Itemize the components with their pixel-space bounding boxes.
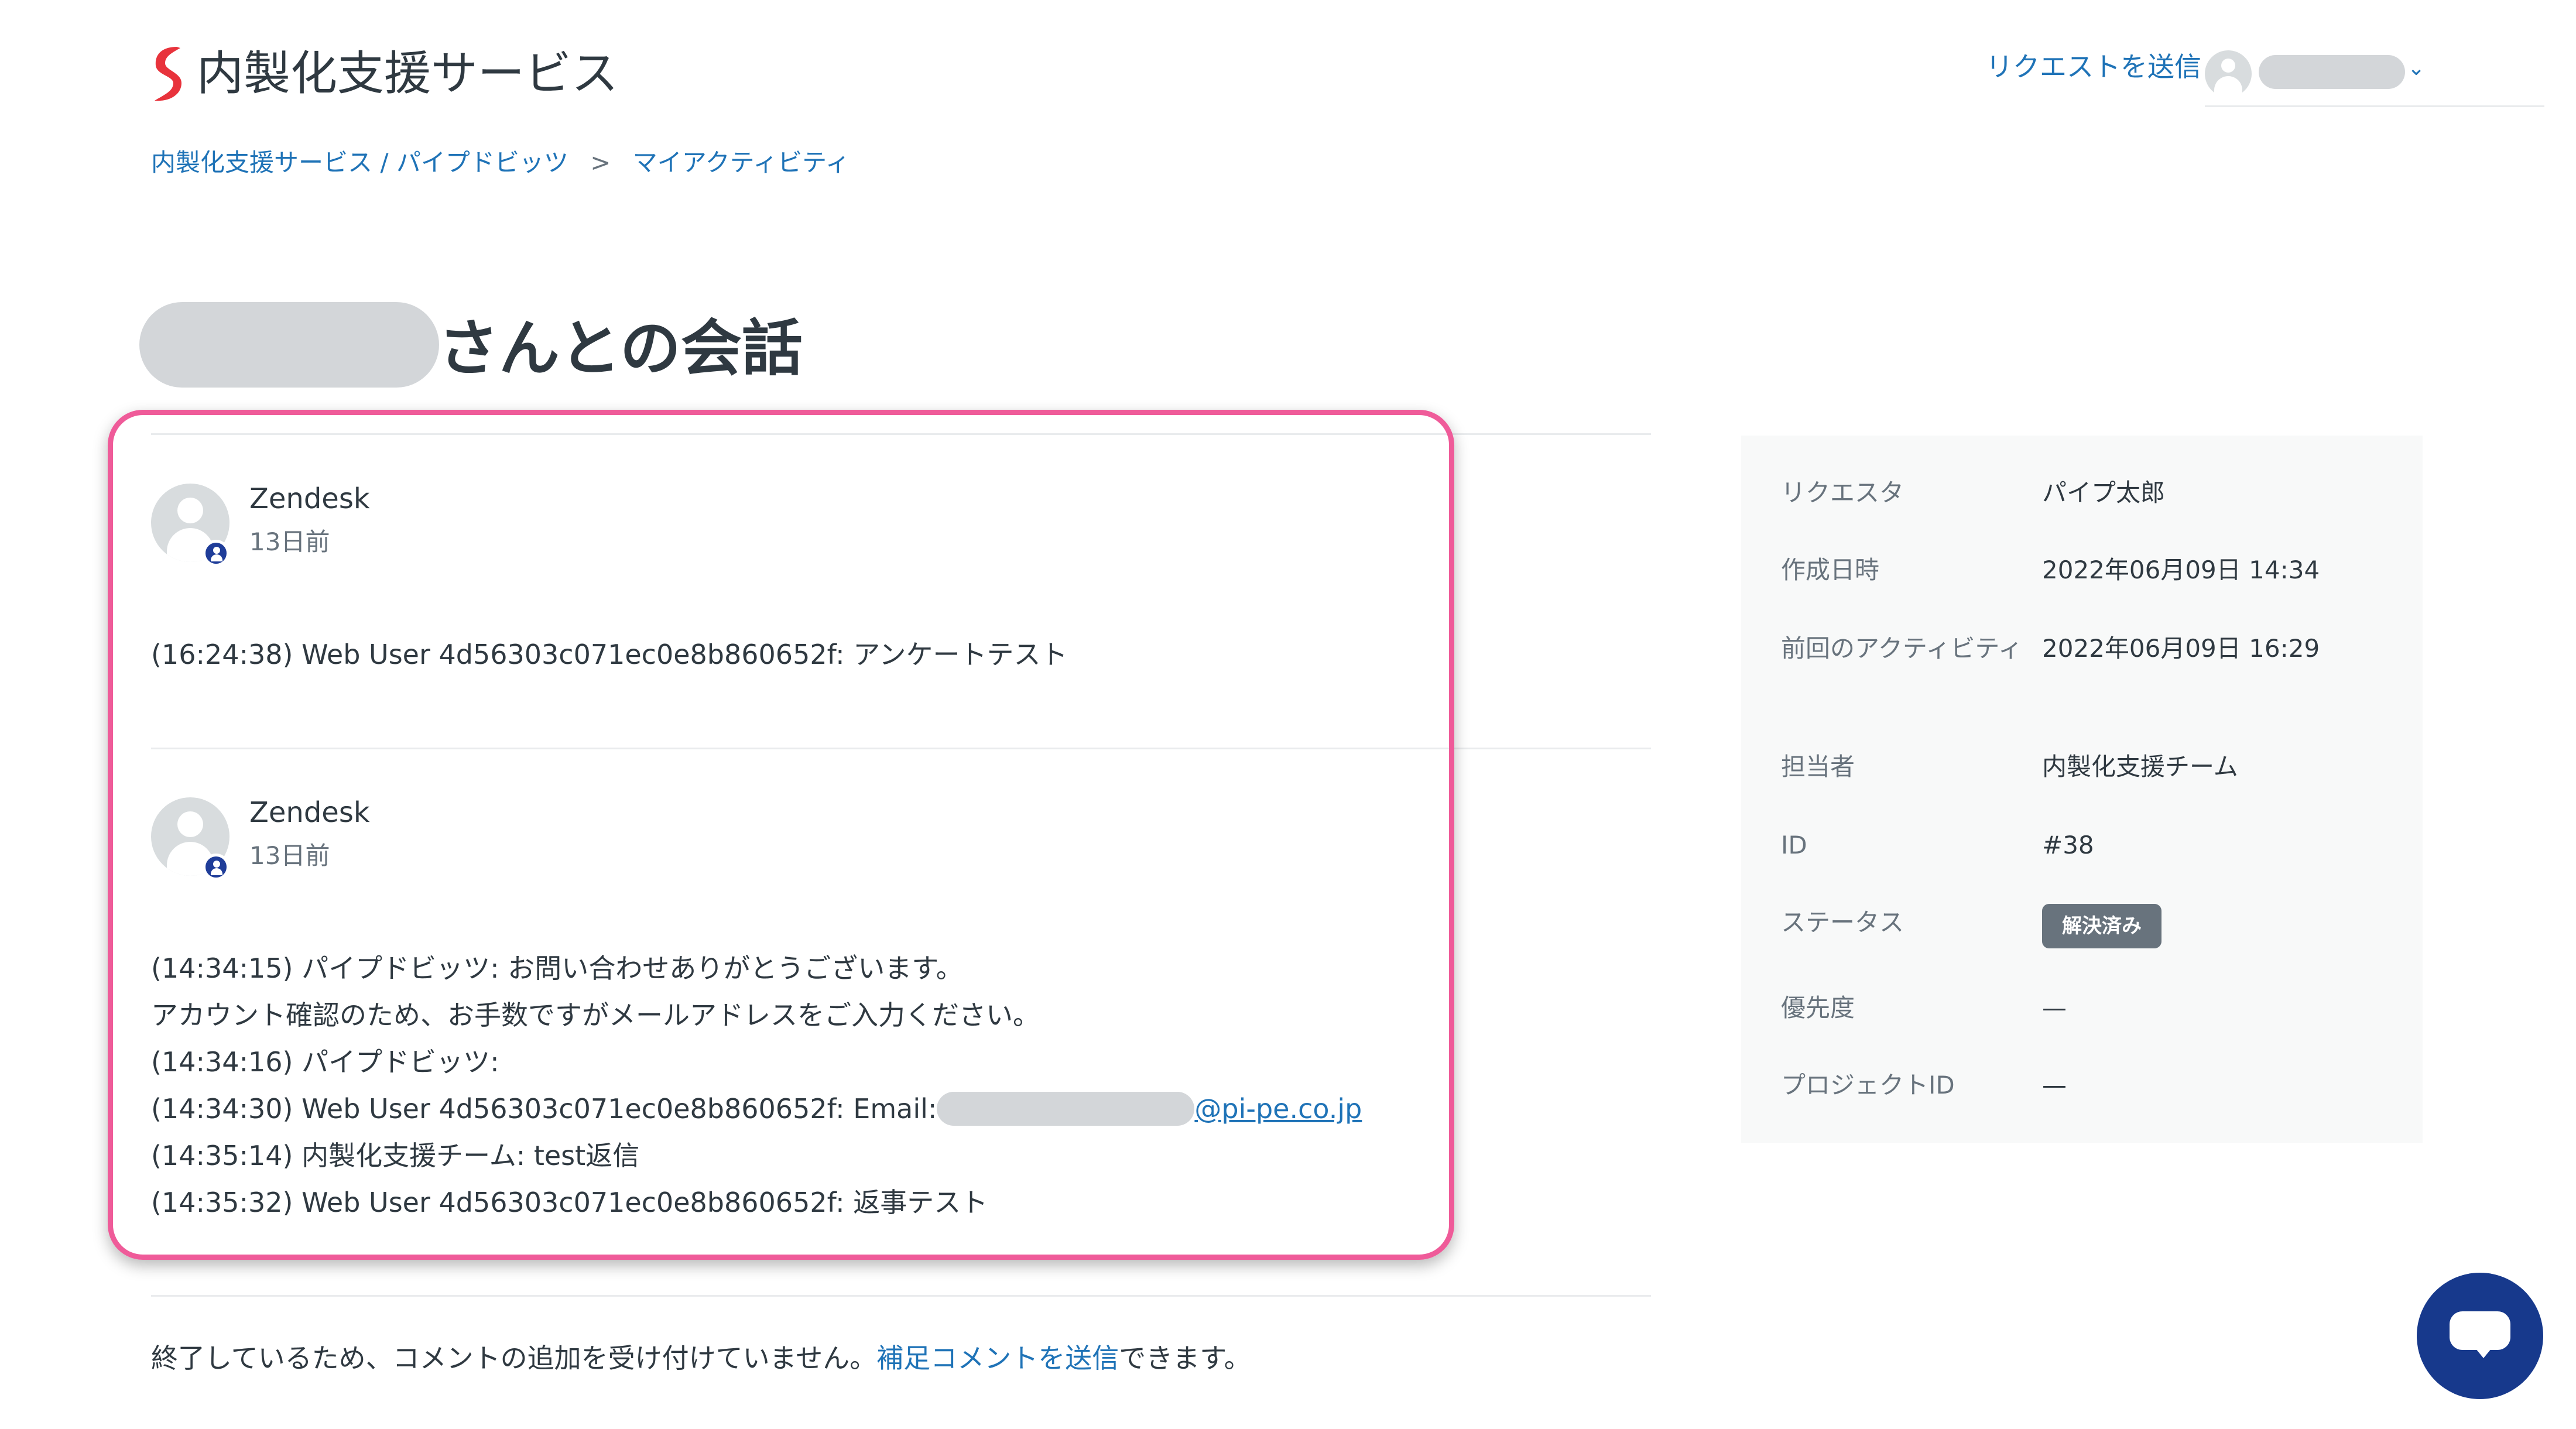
request-details-sidebar [1741, 436, 2423, 1143]
follow-up-link[interactable]: 補足コメントを送信 [876, 1342, 1119, 1374]
page-title: さんとの会話 [438, 313, 803, 384]
id-label: ID [1781, 831, 1807, 859]
breadcrumb-item-my-activity[interactable]: マイアクティビティ [633, 148, 850, 177]
redacted-requester-name [139, 302, 439, 388]
created-value: 2022年06月09日 14:34 [2042, 556, 2320, 584]
status-badge: 解決済み [2042, 904, 2161, 948]
brand-name[interactable]: 内製化支援サービス [197, 46, 618, 102]
divider [151, 1295, 1651, 1297]
chevron-down-icon[interactable]: ⌄ [2407, 56, 2425, 80]
closed-notice-text: 終了しているため、コメントの追加を受け付けていません。 [151, 1342, 877, 1374]
priority-label: 優先度 [1781, 993, 1855, 1022]
chat-widget-button[interactable] [2417, 1273, 2543, 1399]
user-avatar-icon[interactable] [2205, 50, 2252, 97]
requester-label: リクエスタ [1781, 478, 1904, 507]
closed-notice-suffix: できます。 [1119, 1342, 1251, 1374]
user-menu[interactable]: ⌄ [2205, 49, 2544, 107]
project-id-label: プロジェクトID [1781, 1071, 1955, 1099]
brand-s-logo-icon[interactable] [151, 46, 185, 102]
assignee-value: 内製化支援チーム [2042, 752, 2238, 781]
priority-value: — [2042, 993, 2067, 1022]
status-label: ステータス [1781, 908, 1904, 937]
assignee-label: 担当者 [1781, 752, 1855, 781]
chat-bubble-icon [2450, 1311, 2510, 1350]
created-label: 作成日時 [1781, 556, 1880, 584]
requester-value: パイプ太郎 [2042, 478, 2166, 507]
highlight-annotation [108, 410, 1454, 1260]
last-activity-label: 前回のアクティビティ [1781, 634, 2023, 663]
breadcrumb: 内製化支援サービス / パイプドビッツ > マイアクティビティ [151, 146, 850, 179]
breadcrumb-separator: > [590, 148, 611, 177]
redacted-user-name [2259, 55, 2405, 89]
last-activity-value: 2022年06月09日 16:29 [2042, 634, 2320, 663]
id-value: #38 [2042, 831, 2094, 859]
project-id-value: — [2042, 1071, 2067, 1099]
closed-notice: 終了しているため、コメントの追加を受け付けていません。補足コメントを送信できます… [151, 1341, 1251, 1376]
breadcrumb-item-help-center[interactable]: 内製化支援サービス / パイプドビッツ [151, 148, 568, 177]
submit-request-link[interactable]: リクエストを送信 [1986, 49, 2201, 84]
